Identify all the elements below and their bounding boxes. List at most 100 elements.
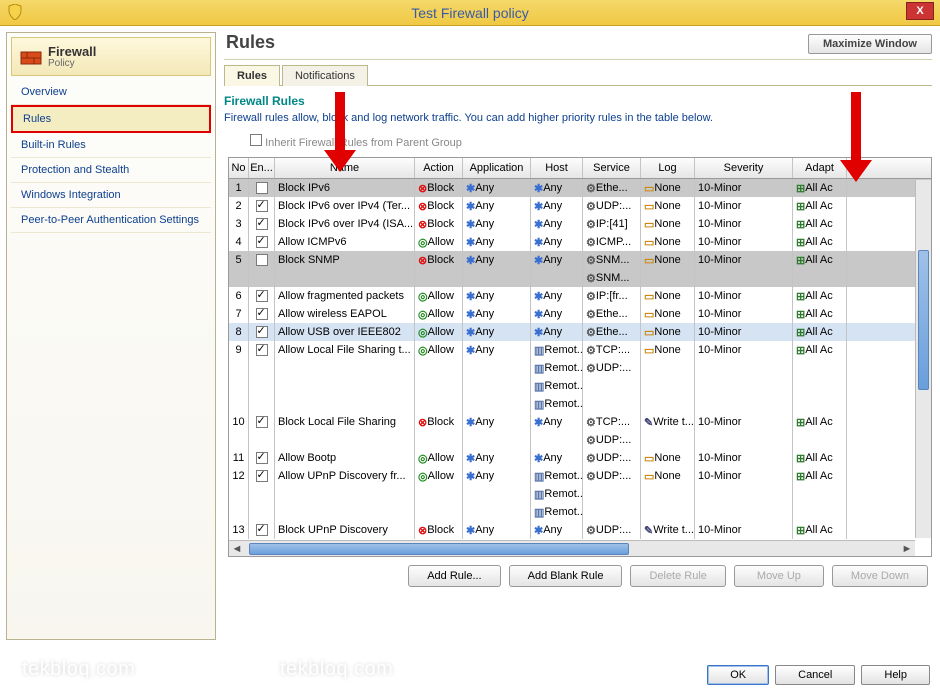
- close-button[interactable]: X: [906, 2, 934, 20]
- sidebar-item-overview[interactable]: Overview: [11, 80, 211, 105]
- col-adapter[interactable]: Adapt: [793, 158, 847, 178]
- table-row[interactable]: 5Block SNMP⊗ Block✱ Any✱ Any⚙ SNM...▭ No…: [229, 251, 931, 269]
- table-row[interactable]: 10Block Local File Sharing⊗ Block✱ Any✱ …: [229, 413, 931, 431]
- enable-checkbox[interactable]: [256, 524, 268, 536]
- delete-rule-button[interactable]: Delete Rule: [630, 565, 725, 587]
- table-row[interactable]: 3Block IPv6 over IPv4 (ISA...⊗ Block✱ An…: [229, 215, 931, 233]
- table-row[interactable]: 1Block IPv6⊗ Block✱ Any✱ Any⚙ Ethe...▭ N…: [229, 179, 931, 197]
- cell-name: Allow wireless EAPOL: [275, 305, 415, 323]
- cell-enabled[interactable]: [249, 179, 275, 197]
- cell-action: ◎ Allow: [415, 341, 463, 359]
- enable-checkbox[interactable]: [256, 326, 268, 338]
- enable-checkbox[interactable]: [256, 200, 268, 212]
- vertical-scrollbar[interactable]: [915, 180, 931, 538]
- firewall-icon: [20, 46, 42, 68]
- table-subrow[interactable]: ▥ Remot...⚙ UDP:...: [229, 359, 931, 377]
- cell-enabled[interactable]: [249, 449, 275, 467]
- sidebar-item-rules[interactable]: Rules: [11, 105, 211, 133]
- enable-checkbox[interactable]: [256, 290, 268, 302]
- tab-rules[interactable]: Rules: [224, 65, 280, 86]
- horizontal-scrollbar[interactable]: ◄►: [229, 540, 915, 556]
- block-icon: ⊗: [418, 416, 427, 429]
- cell-service: ⚙ IP:[41]: [583, 215, 641, 233]
- sidebar-item-windows-integration[interactable]: Windows Integration: [11, 183, 211, 208]
- table-subrow[interactable]: ⚙ SNM...: [229, 269, 931, 287]
- cell-enabled[interactable]: [249, 215, 275, 233]
- cell-enabled[interactable]: [249, 251, 275, 269]
- scroll-thumb[interactable]: [918, 250, 929, 390]
- enable-checkbox[interactable]: [256, 452, 268, 464]
- add-blank-rule-button[interactable]: Add Blank Rule: [509, 565, 623, 587]
- table-row[interactable]: 8Allow USB over IEEE802◎ Allow✱ Any✱ Any…: [229, 323, 931, 341]
- col-action[interactable]: Action: [415, 158, 463, 178]
- cell-log: ✎ Write t...: [641, 413, 695, 431]
- dialog-buttons: OK Cancel Help: [707, 665, 930, 685]
- maximize-window-button[interactable]: Maximize Window: [808, 34, 932, 54]
- cell-enabled[interactable]: [249, 233, 275, 251]
- cell-enabled[interactable]: [249, 341, 275, 359]
- cell-enabled[interactable]: [249, 197, 275, 215]
- col-application[interactable]: Application: [463, 158, 531, 178]
- table-row[interactable]: 6Allow fragmented packets◎ Allow✱ Any✱ A…: [229, 287, 931, 305]
- cell-action: ⊗ Block: [415, 413, 463, 431]
- enable-checkbox[interactable]: [256, 416, 268, 428]
- table-subrow[interactable]: ▥ Remot...: [229, 395, 931, 413]
- col-service[interactable]: Service: [583, 158, 641, 178]
- col-name[interactable]: Name: [275, 158, 415, 178]
- table-row[interactable]: 12Allow UPnP Discovery fr...◎ Allow✱ Any…: [229, 467, 931, 485]
- sidebar-item-peer-to-peer-authentication-settings[interactable]: Peer-to-Peer Authentication Settings: [11, 208, 211, 233]
- table-subrow[interactable]: ▥ Remot...: [229, 377, 931, 395]
- move-down-button[interactable]: Move Down: [832, 565, 928, 587]
- inherit-checkbox[interactable]: [250, 134, 262, 146]
- cell-enabled[interactable]: [249, 287, 275, 305]
- col-en[interactable]: En...: [249, 158, 275, 178]
- table-row[interactable]: 11Allow Bootp◎ Allow✱ Any✱ Any⚙ UDP:...▭…: [229, 449, 931, 467]
- enable-checkbox[interactable]: [256, 182, 268, 194]
- cell-enabled[interactable]: [249, 323, 275, 341]
- any-icon: ✱: [466, 326, 475, 339]
- enable-checkbox[interactable]: [256, 470, 268, 482]
- move-up-button[interactable]: Move Up: [734, 565, 824, 587]
- cell-enabled[interactable]: [249, 413, 275, 431]
- adapter-icon: ⊞: [796, 452, 805, 465]
- enable-checkbox[interactable]: [256, 344, 268, 356]
- scroll-thumb[interactable]: [249, 543, 629, 555]
- col-severity[interactable]: Severity: [695, 158, 793, 178]
- col-log[interactable]: Log: [641, 158, 695, 178]
- sidebar-item-protection-and-stealth[interactable]: Protection and Stealth: [11, 158, 211, 183]
- cell-enabled[interactable]: [249, 467, 275, 485]
- cell-host: ✱ Any: [531, 233, 583, 251]
- enable-checkbox[interactable]: [256, 236, 268, 248]
- cell-name: Block IPv6 over IPv4 (Ter...: [275, 197, 415, 215]
- table-subrow[interactable]: ▥ Remot...: [229, 503, 931, 521]
- table-row[interactable]: 4Allow ICMPv6◎ Allow✱ Any✱ Any⚙ ICMP...▭…: [229, 233, 931, 251]
- table-row[interactable]: 7Allow wireless EAPOL◎ Allow✱ Any✱ Any⚙ …: [229, 305, 931, 323]
- tab-notifications[interactable]: Notifications: [282, 65, 368, 86]
- col-no[interactable]: No: [229, 158, 249, 178]
- enable-checkbox[interactable]: [256, 254, 268, 266]
- cell-log: ✎ Write t...: [641, 521, 695, 539]
- table-subrow[interactable]: ⚙ UDP:...: [229, 431, 931, 449]
- table-row[interactable]: 2Block IPv6 over IPv4 (Ter...⊗ Block✱ An…: [229, 197, 931, 215]
- enable-checkbox[interactable]: [256, 218, 268, 230]
- cell-adapter: ⊞ All Ac: [793, 413, 847, 431]
- help-button[interactable]: Help: [861, 665, 930, 685]
- sidebar-title: Firewall: [48, 44, 96, 59]
- table-row[interactable]: 13Block UPnP Discovery⊗ Block✱ Any✱ Any⚙…: [229, 521, 931, 539]
- cell-name: Allow ICMPv6: [275, 233, 415, 251]
- cell-application: ✱ Any: [463, 449, 531, 467]
- col-host[interactable]: Host: [531, 158, 583, 178]
- cell-severity: 10-Minor: [695, 467, 793, 485]
- table-subrow[interactable]: ▥ Remot...: [229, 485, 931, 503]
- table-row[interactable]: 9Allow Local File Sharing t...◎ Allow✱ A…: [229, 341, 931, 359]
- cell-enabled[interactable]: [249, 305, 275, 323]
- cell-no: 6: [229, 287, 249, 305]
- sidebar-item-built-in-rules[interactable]: Built-in Rules: [11, 133, 211, 158]
- add-rule-button[interactable]: Add Rule...: [408, 565, 500, 587]
- enable-checkbox[interactable]: [256, 308, 268, 320]
- cell-enabled[interactable]: [249, 521, 275, 539]
- ok-button[interactable]: OK: [707, 665, 769, 685]
- scroll-left-arrow[interactable]: ◄: [229, 543, 245, 555]
- scroll-right-arrow[interactable]: ►: [899, 543, 915, 555]
- cancel-button[interactable]: Cancel: [775, 665, 855, 685]
